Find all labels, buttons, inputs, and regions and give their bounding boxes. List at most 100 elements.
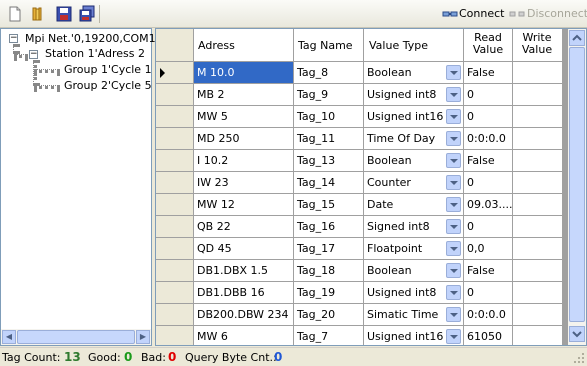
dropdown-arrow-icon[interactable]: [446, 175, 461, 190]
cell-read-value[interactable]: 61050: [464, 326, 513, 345]
cell-tag-name[interactable]: Tag_7: [294, 326, 364, 345]
column-header-adress[interactable]: Adress: [194, 29, 294, 62]
cell-value-type[interactable]: Usigned int8: [364, 282, 464, 304]
cell-write-value[interactable]: [513, 260, 563, 282]
network-tree[interactable]: − Mpi Net.'0,19200,COM1,1 − Station 1'Ad…: [0, 28, 166, 346]
cell-adress[interactable]: IW 23: [194, 172, 294, 194]
save-all-icon[interactable]: [78, 5, 96, 23]
tree-collapse-station[interactable]: −: [29, 50, 38, 59]
column-header-value-type[interactable]: Value Type: [364, 29, 464, 62]
cell-write-value[interactable]: [513, 62, 563, 84]
scroll-right-icon[interactable]: ▶: [136, 330, 150, 344]
cell-value-type[interactable]: Usigned int16: [364, 326, 464, 345]
grid-vertical-scrollbar[interactable]: [568, 29, 586, 345]
cell-value-type[interactable]: Boolean: [364, 260, 464, 282]
row-header[interactable]: [156, 216, 194, 238]
cell-tag-name[interactable]: Tag_11: [294, 128, 364, 150]
row-header[interactable]: [156, 194, 194, 216]
cell-read-value[interactable]: 0: [464, 172, 513, 194]
scroll-left-icon[interactable]: ◀: [2, 330, 16, 344]
connect-button[interactable]: Connect: [459, 7, 504, 20]
dropdown-arrow-icon[interactable]: [446, 241, 461, 256]
cell-read-value[interactable]: False: [464, 62, 513, 84]
dropdown-arrow-icon[interactable]: [446, 109, 461, 124]
cell-tag-name[interactable]: Tag_8: [294, 62, 364, 84]
cell-adress[interactable]: DB1.DBB 16: [194, 282, 294, 304]
cell-write-value[interactable]: [513, 172, 563, 194]
dropdown-arrow-icon[interactable]: [446, 219, 461, 234]
cell-adress[interactable]: MW 6: [194, 326, 294, 345]
scroll-thumb[interactable]: [569, 47, 585, 322]
scroll-down-icon[interactable]: [569, 326, 585, 342]
row-header[interactable]: [156, 150, 194, 172]
cell-read-value[interactable]: 0:0:0.0: [464, 128, 513, 150]
cell-tag-name[interactable]: Tag_18: [294, 260, 364, 282]
cell-tag-name[interactable]: Tag_16: [294, 216, 364, 238]
cell-write-value[interactable]: [513, 216, 563, 238]
cell-write-value[interactable]: [513, 282, 563, 304]
scroll-up-icon[interactable]: [569, 30, 585, 46]
cell-write-value[interactable]: [513, 238, 563, 260]
cell-adress[interactable]: MB 2: [194, 84, 294, 106]
new-document-icon[interactable]: [6, 5, 24, 23]
tree-node-group-2[interactable]: Group 2'Cycle 5: [64, 79, 152, 92]
cell-adress[interactable]: M 10.0: [194, 62, 294, 84]
tree-node-station[interactable]: Station 1'Adress 2: [45, 47, 145, 60]
row-header[interactable]: [156, 106, 194, 128]
cell-adress[interactable]: MW 5: [194, 106, 294, 128]
cell-value-type[interactable]: Counter: [364, 172, 464, 194]
column-header-tag-name[interactable]: Tag Name: [294, 29, 364, 62]
dropdown-arrow-icon[interactable]: [446, 153, 461, 168]
column-header-read-value[interactable]: Read Value: [464, 29, 513, 62]
dropdown-arrow-icon[interactable]: [446, 65, 461, 80]
tree-collapse-root[interactable]: −: [9, 34, 18, 43]
cell-adress[interactable]: QB 22: [194, 216, 294, 238]
cell-write-value[interactable]: [513, 150, 563, 172]
connect-icon[interactable]: [442, 8, 458, 20]
row-header[interactable]: [156, 84, 194, 106]
cell-adress[interactable]: I 10.2: [194, 150, 294, 172]
cell-value-type[interactable]: Signed int8: [364, 216, 464, 238]
cell-value-type[interactable]: Date: [364, 194, 464, 216]
tag-grid[interactable]: Adress Tag Name Value Type Read Value Wr…: [155, 28, 587, 346]
row-header[interactable]: [156, 326, 194, 345]
cell-value-type[interactable]: Boolean: [364, 62, 464, 84]
cell-value-type[interactable]: Usigned int16: [364, 106, 464, 128]
cell-adress[interactable]: DB1.DBX 1.5: [194, 260, 294, 282]
cell-value-type[interactable]: Simatic Time: [364, 304, 464, 326]
dropdown-arrow-icon[interactable]: [446, 263, 461, 278]
row-header[interactable]: [156, 304, 194, 326]
cell-adress[interactable]: QD 45: [194, 238, 294, 260]
row-header[interactable]: [156, 282, 194, 304]
cell-read-value[interactable]: 0,0: [464, 238, 513, 260]
cell-adress[interactable]: MW 12: [194, 194, 294, 216]
save-icon[interactable]: [55, 5, 73, 23]
tree-node-network[interactable]: Mpi Net.'0,19200,COM1,1: [25, 32, 166, 45]
cell-tag-name[interactable]: Tag_9: [294, 84, 364, 106]
dropdown-arrow-icon[interactable]: [446, 131, 461, 146]
cell-tag-name[interactable]: Tag_10: [294, 106, 364, 128]
open-folder-icon[interactable]: [30, 5, 48, 23]
dropdown-arrow-icon[interactable]: [446, 285, 461, 300]
row-header[interactable]: [156, 128, 194, 150]
cell-read-value[interactable]: False: [464, 260, 513, 282]
tree-node-group-1[interactable]: Group 1'Cycle 1: [64, 63, 152, 76]
cell-tag-name[interactable]: Tag_14: [294, 172, 364, 194]
row-header[interactable]: [156, 260, 194, 282]
cell-write-value[interactable]: [513, 304, 563, 326]
dropdown-arrow-icon[interactable]: [446, 307, 461, 322]
column-header-write-value[interactable]: Write Value: [513, 29, 563, 62]
tree-horizontal-scrollbar[interactable]: ◀ ▶: [1, 329, 151, 345]
cell-tag-name[interactable]: Tag_20: [294, 304, 364, 326]
dropdown-arrow-icon[interactable]: [446, 329, 461, 344]
scroll-thumb[interactable]: [17, 330, 135, 344]
cell-read-value[interactable]: 0: [464, 216, 513, 238]
cell-value-type[interactable]: Floatpoint: [364, 238, 464, 260]
cell-value-type[interactable]: Boolean: [364, 150, 464, 172]
cell-read-value[interactable]: 0: [464, 106, 513, 128]
cell-write-value[interactable]: [513, 128, 563, 150]
cell-tag-name[interactable]: Tag_15: [294, 194, 364, 216]
cell-read-value[interactable]: 0: [464, 84, 513, 106]
dropdown-arrow-icon[interactable]: [446, 197, 461, 212]
cell-read-value[interactable]: 0:0:0.0: [464, 304, 513, 326]
